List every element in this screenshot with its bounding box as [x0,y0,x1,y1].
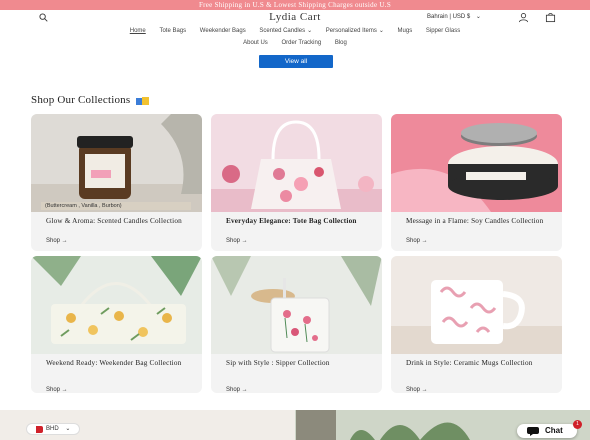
bahrain-flag-icon [32,426,43,433]
collection-card-mugs[interactable]: Drink in Style: Ceramic Mugs Collection … [391,256,562,393]
chat-label: Chat [545,426,563,435]
section-title-text: Shop Our Collections [31,94,131,106]
collection-image-sipper-glass [211,256,382,354]
nav-item-personalized-items[interactable]: Personalized Items ⌄ [326,27,384,36]
collection-card-scented-candles[interactable]: (Buttercream , Vanilla , Burbon) Glow & … [31,114,202,251]
shop-link[interactable]: Shop → [406,387,428,393]
nav-item-order-tracking[interactable]: Order Tracking [281,39,321,48]
collection-title: Drink in Style: Ceramic Mugs Collection [406,359,533,367]
collection-image-soy-candle-tin [391,114,562,212]
chevron-down-icon: ⌄ [65,426,71,432]
nav-item-home[interactable]: Home [130,27,146,36]
site-logo[interactable]: Lydia Cart [0,10,590,24]
chevron-down-icon: ⌄ [475,14,481,20]
nav-item-blog[interactable]: Blog [335,39,347,48]
currency-selector[interactable]: BHD ⌄ [26,423,80,435]
image-caption: (Buttercream , Vanilla , Burbon) [45,203,122,209]
nav-item-about-us[interactable]: About Us [243,39,268,48]
main-nav-row2: About Us Order Tracking Blog [0,39,590,48]
currency-label: BHD [46,426,59,432]
collection-card-weekender-bags[interactable]: Weekend Ready: Weekender Bag Collection … [31,256,202,393]
collection-image-weekender-bag [31,256,202,354]
collection-title: Sip with Style : Sipper Collection [226,359,330,367]
collection-image-tote-bag [211,114,382,212]
nav-item-scented-candles[interactable]: Scented Candles ⌄ [259,27,312,36]
collection-image-candle-jar [31,114,202,212]
user-icon[interactable] [518,12,529,23]
main-nav: Home Tote Bags Weekender Bags Scented Ca… [0,27,590,36]
cart-icon[interactable] [545,12,556,23]
collection-title: Weekend Ready: Weekender Bag Collection [46,359,182,367]
country-selector[interactable]: Bahrain | USD $ ⌄ [427,13,481,22]
collection-title: Glow & Aroma: Scented Candles Collection [46,217,182,225]
announcement-bar: Free Shipping in U.S & Lowest Shipping C… [0,0,590,10]
shop-link[interactable]: Shop → [226,238,248,244]
chevron-down-icon: ⌄ [307,28,313,34]
nav-item-weekender-bags[interactable]: Weekender Bags [200,27,246,36]
chat-badge: 1 [573,420,582,429]
shopping-bags-icon [136,96,150,105]
collection-image-ceramic-mug [391,256,562,354]
bottom-banner-image [0,410,590,440]
chevron-down-icon: ⌄ [378,28,384,34]
shop-link[interactable]: Shop → [46,387,68,393]
nav-item-label: Scented Candles [259,28,306,34]
chat-bubble-icon [527,427,539,436]
shop-link[interactable]: Shop → [46,238,68,244]
view-all-button[interactable]: View all [259,55,333,68]
collection-card-tote-bags[interactable]: Everyday Elegance: Tote Bag Collection S… [211,114,382,251]
country-selector-label: Bahrain | USD $ [427,14,471,20]
nav-item-mugs[interactable]: Mugs [398,27,413,36]
shop-link[interactable]: Shop → [226,387,248,393]
nav-item-label: Personalized Items [325,28,377,34]
nav-item-sipper-glass[interactable]: Sipper Glass [426,27,460,36]
site-header: Lydia Cart Bahrain | USD $ ⌄ [0,10,590,26]
collection-title: Everyday Elegance: Tote Bag Collection [226,217,357,225]
chat-button[interactable]: Chat [517,424,577,438]
section-title: Shop Our Collections [31,94,150,107]
shop-link[interactable]: Shop → [406,238,428,244]
collection-title: Message in a Flame: Soy Candles Collecti… [406,217,544,225]
collection-card-soy-candles[interactable]: Message in a Flame: Soy Candles Collecti… [391,114,562,251]
collection-card-sipper[interactable]: Sip with Style : Sipper Collection Shop … [211,256,382,393]
nav-item-tote-bags[interactable]: Tote Bags [159,27,186,36]
